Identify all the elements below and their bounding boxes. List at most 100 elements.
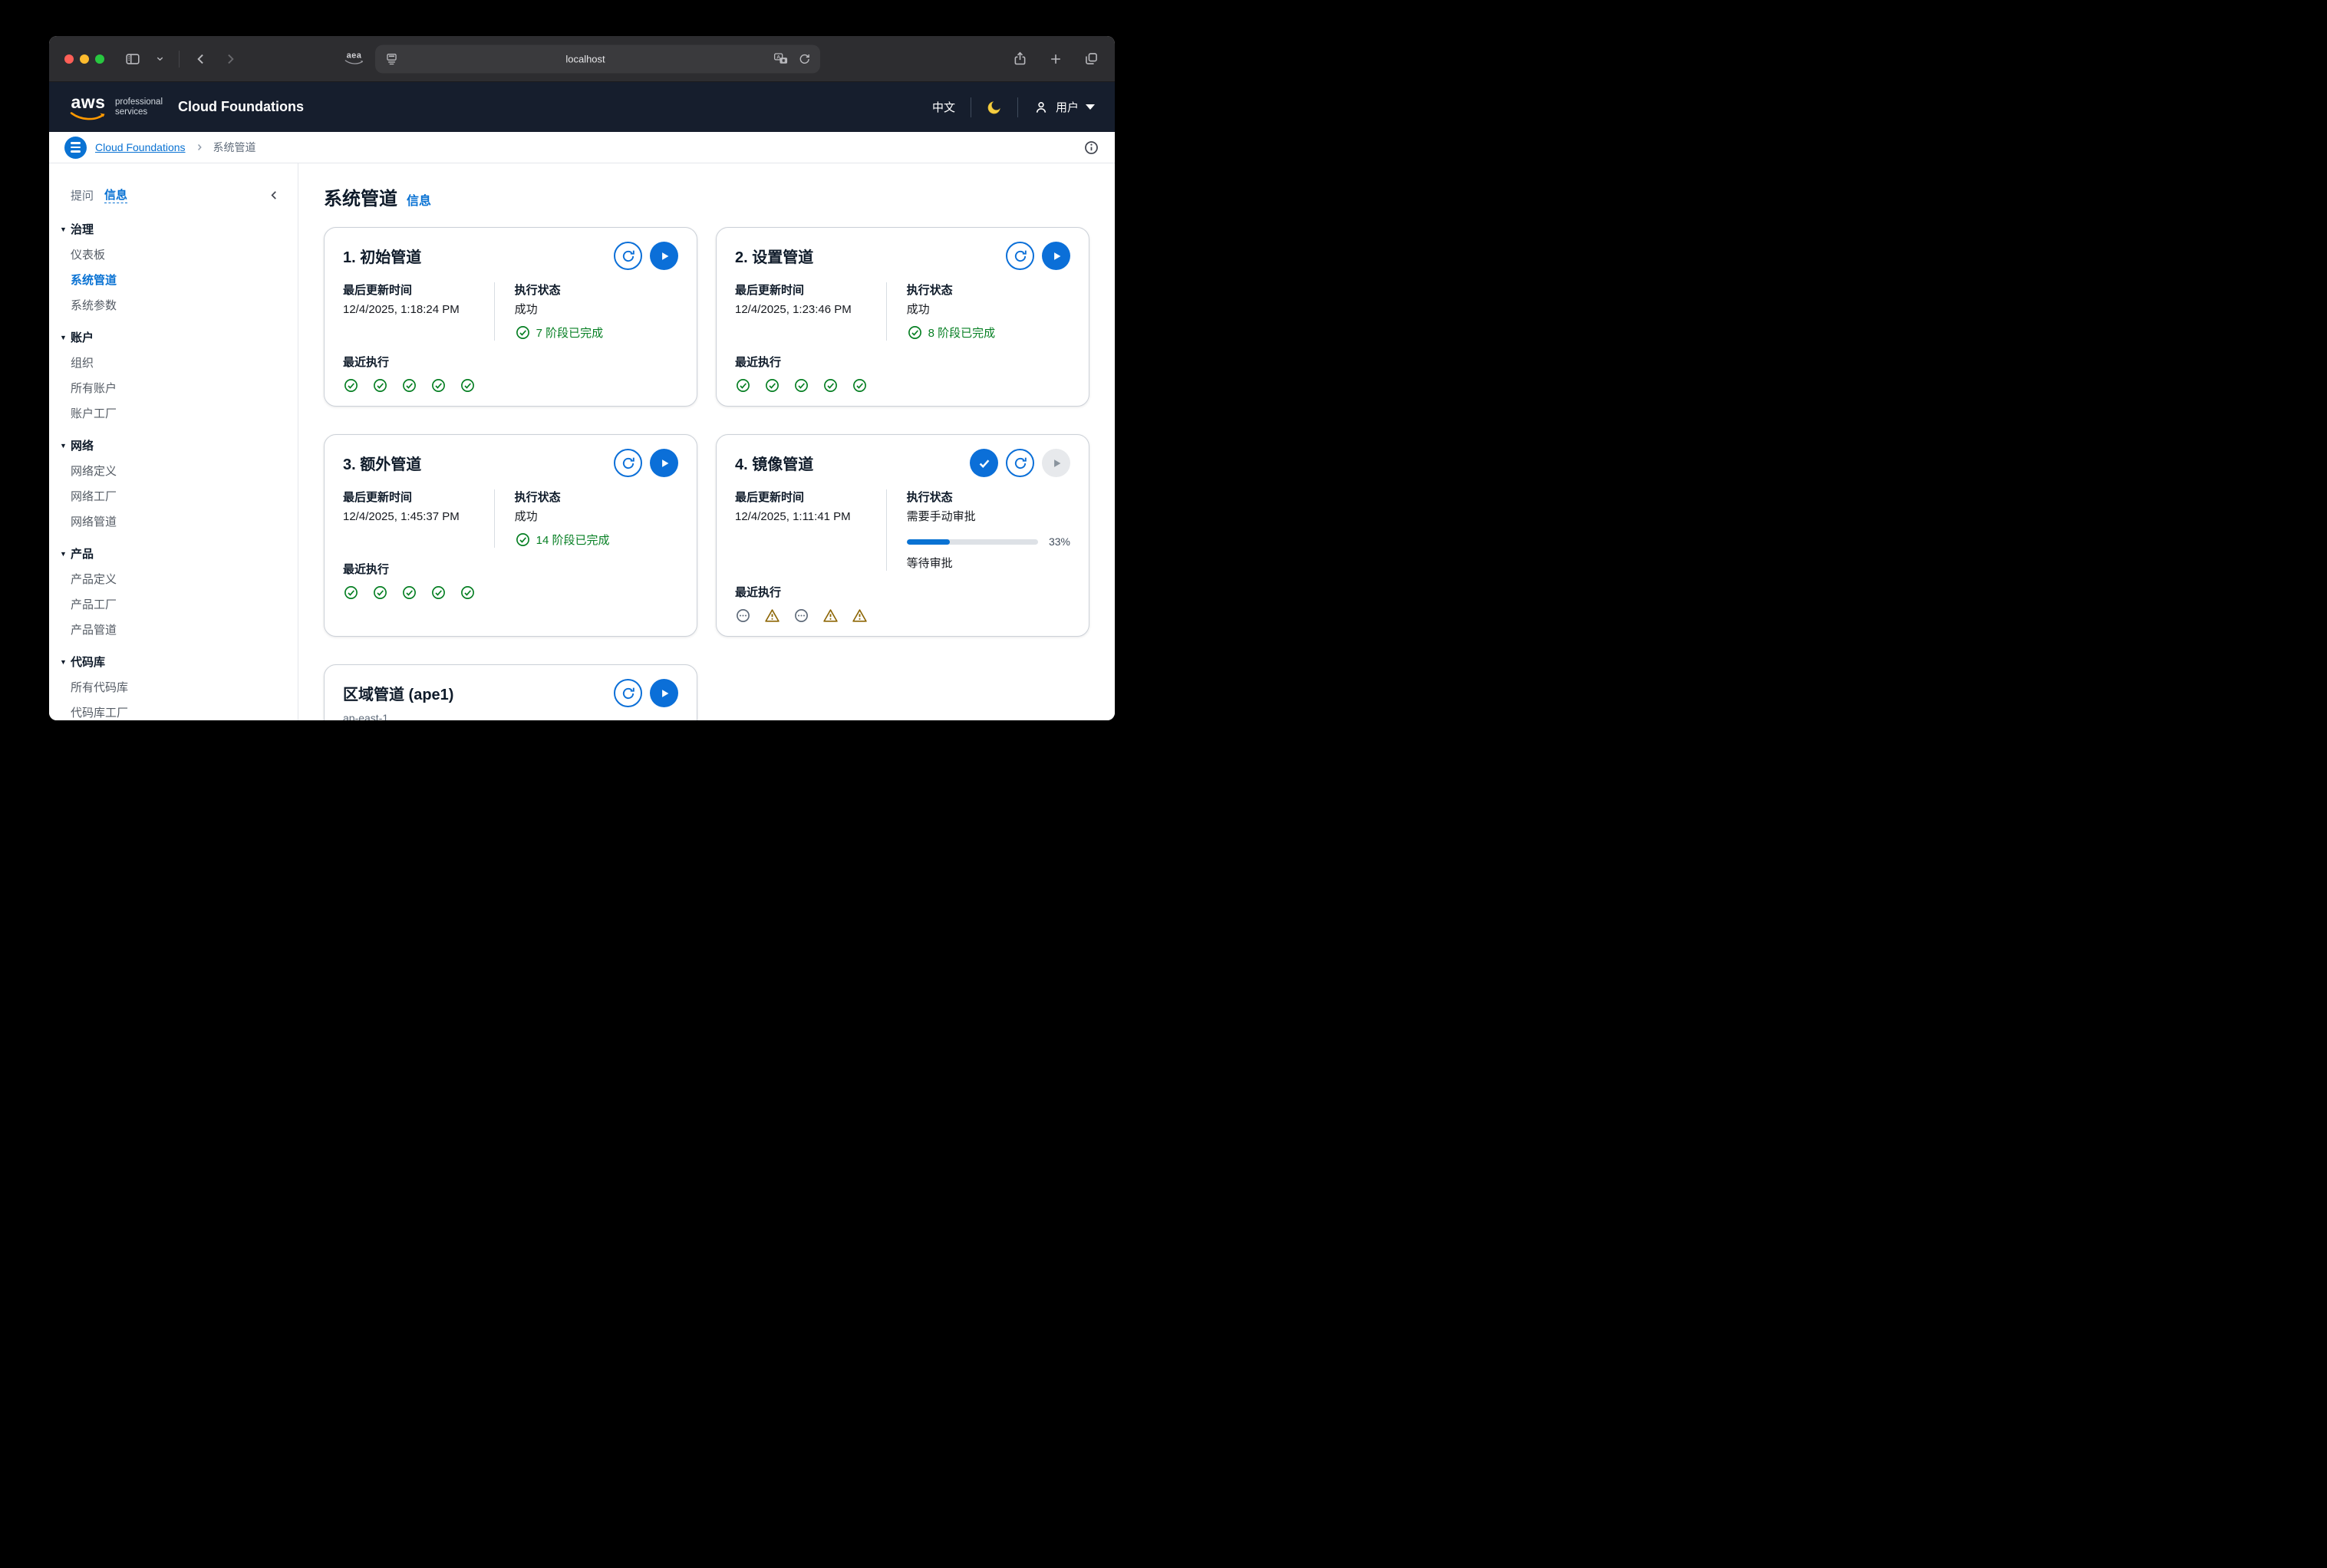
run-pipeline-button-disabled[interactable]	[1042, 449, 1070, 477]
recent-executions: 最近执行	[735, 585, 1070, 624]
info-icon[interactable]	[1083, 140, 1099, 156]
refresh-button[interactable]	[1006, 242, 1034, 270]
aws-extension-icon[interactable]: aea	[344, 52, 364, 66]
minimize-button[interactable]	[80, 54, 89, 64]
sidenav-section-header[interactable]: ▼网络	[49, 433, 298, 459]
user-icon	[1033, 100, 1049, 115]
collapse-sidebar-icon[interactable]	[268, 189, 281, 202]
divider	[1017, 97, 1018, 117]
pipeline-card-header: 区域管道 (ape1)	[343, 679, 678, 707]
dark-mode-toggle[interactable]	[987, 100, 1002, 115]
run-pipeline-button[interactable]	[650, 242, 678, 270]
last-updated-block: 最后更新时间12/4/2025, 1:11:41 PM	[735, 489, 886, 571]
sidenav-item[interactable]: 所有账户	[49, 376, 298, 401]
sidenav-info-link[interactable]: 信息	[104, 186, 127, 203]
refresh-button[interactable]	[614, 242, 642, 270]
exec-status-label: 执行状态	[907, 489, 1070, 506]
sidenav-section: ▼代码库所有代码库代码库工厂	[49, 650, 298, 720]
sidenav-section-header[interactable]: ▼治理	[49, 217, 298, 242]
brand-subtitle: professional services	[115, 97, 163, 117]
window-controls	[1012, 51, 1099, 67]
sidenav-item[interactable]: 网络定义	[49, 459, 298, 484]
last-updated-value: 12/4/2025, 1:18:24 PM	[343, 301, 482, 319]
stages-completed: 8 阶段已完成	[907, 324, 1070, 341]
chevron-down-icon[interactable]	[155, 54, 165, 64]
sidenav-item[interactable]: 系统管道	[49, 268, 298, 293]
aws-logo: aws	[69, 94, 107, 121]
address-bar[interactable]: localhost A	[375, 44, 820, 73]
run-pipeline-button[interactable]	[650, 679, 678, 707]
warning-status-icon	[852, 608, 868, 624]
forward-icon[interactable]	[222, 51, 238, 67]
pipeline-card-details: 最后更新时间12/4/2025, 1:23:46 PM执行状态成功8 阶段已完成	[735, 282, 1070, 341]
new-tab-icon[interactable]	[1048, 51, 1063, 67]
success-status-icon	[822, 377, 839, 394]
stages-completed: 14 阶段已完成	[515, 532, 678, 548]
sidenav-item[interactable]: 仪表板	[49, 242, 298, 268]
pipeline-card-actions	[614, 242, 678, 270]
breadcrumb-root-link[interactable]: Cloud Foundations	[95, 141, 186, 153]
sidenav-section-header[interactable]: ▼账户	[49, 325, 298, 351]
last-updated-label: 最后更新时间	[735, 282, 874, 299]
success-status-icon	[735, 377, 751, 394]
user-menu[interactable]: 用户	[1033, 99, 1095, 115]
sidenav-section-header[interactable]: ▼代码库	[49, 650, 298, 675]
run-pipeline-button[interactable]	[1042, 242, 1070, 270]
caret-down-icon: ▼	[60, 650, 71, 675]
warning-status-icon	[822, 608, 839, 624]
approve-button[interactable]	[970, 449, 998, 477]
pipeline-card-actions	[1006, 242, 1070, 270]
page-format-icon[interactable]	[384, 51, 399, 66]
run-pipeline-button[interactable]	[650, 449, 678, 477]
sidenav-item[interactable]: 所有代码库	[49, 675, 298, 700]
back-icon[interactable]	[193, 51, 209, 67]
approval-substatus: 等待审批	[907, 555, 1070, 571]
stages-completed: 7 阶段已完成	[515, 324, 678, 341]
refresh-button[interactable]	[614, 449, 642, 477]
pipeline-card-header: 2. 设置管道	[735, 242, 1070, 270]
sidenav-item[interactable]: 产品工厂	[49, 592, 298, 618]
sidenav-item[interactable]: 产品定义	[49, 567, 298, 592]
success-icon	[515, 532, 531, 548]
success-status-icon	[343, 377, 359, 394]
address-area: aea localhost A	[344, 44, 820, 73]
breadcrumb: Cloud Foundations 系统管道	[49, 132, 1115, 163]
fullscreen-button[interactable]	[95, 54, 104, 64]
sidenav-item[interactable]: 账户工厂	[49, 401, 298, 427]
page-info-link[interactable]: 信息	[407, 190, 431, 209]
reload-icon[interactable]	[798, 52, 811, 65]
sidenav-item[interactable]: 网络工厂	[49, 484, 298, 509]
recent-executions: 最近执行	[343, 562, 678, 601]
tab-overview-icon[interactable]	[1083, 51, 1099, 67]
pipeline-card: 区域管道 (ape1)ap-east-1最后更新时间12/4/2025, 1:2…	[324, 664, 697, 720]
main-content: 系统管道 信息 1. 初始管道最后更新时间12/4/2025, 1:18:24 …	[298, 163, 1115, 720]
language-button[interactable]: 中文	[932, 99, 955, 115]
sidenav-item[interactable]: 网络管道	[49, 509, 298, 535]
progress-track	[907, 539, 1038, 545]
question-label: 提问	[71, 187, 94, 203]
pipeline-card-header: 4. 镜像管道	[735, 449, 1070, 477]
success-status-icon	[372, 377, 388, 394]
success-status-icon	[460, 377, 476, 394]
progress-fill	[907, 539, 951, 545]
last-updated-value: 12/4/2025, 1:45:37 PM	[343, 508, 482, 526]
sidenav-section-header[interactable]: ▼产品	[49, 542, 298, 567]
menu-button[interactable]	[64, 137, 87, 159]
sidenav-item[interactable]: 产品管道	[49, 618, 298, 643]
success-icon	[907, 324, 923, 341]
recent-executions-icons	[343, 377, 678, 394]
caret-down-icon	[1086, 104, 1095, 110]
recent-executions: 最近执行	[343, 354, 678, 394]
share-icon[interactable]	[1012, 51, 1028, 67]
close-button[interactable]	[64, 54, 74, 64]
sidebar-toggle-icon[interactable]	[124, 51, 141, 68]
sidenav-item[interactable]: 代码库工厂	[49, 700, 298, 720]
sidenav-item[interactable]: 组织	[49, 351, 298, 376]
exec-status-label: 执行状态	[515, 489, 678, 506]
sidenav-item[interactable]: 系统参数	[49, 293, 298, 318]
translate-icon[interactable]: A	[773, 51, 789, 67]
refresh-button[interactable]	[1006, 449, 1034, 477]
refresh-button[interactable]	[614, 679, 642, 707]
exec-status-block: 执行状态成功7 阶段已完成	[494, 282, 678, 341]
stages-completed-text: 8 阶段已完成	[928, 324, 996, 341]
